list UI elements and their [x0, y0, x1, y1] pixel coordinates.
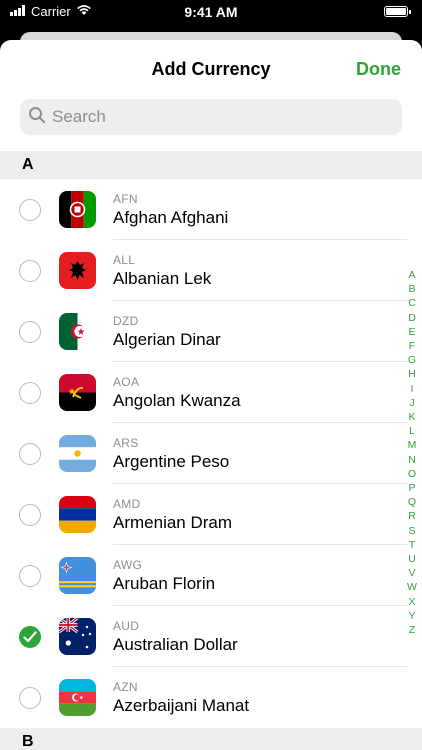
index-letter[interactable]: J [409, 396, 414, 410]
index-letter[interactable]: D [408, 311, 416, 325]
index-letter[interactable]: X [408, 595, 415, 609]
index-letter[interactable]: C [408, 296, 416, 310]
currency-name: Afghan Afghani [113, 208, 229, 227]
currency-row-azn[interactable]: AZN Azerbaijani Manat [0, 667, 422, 728]
selection-radio[interactable] [19, 565, 41, 587]
index-letter[interactable]: R [408, 509, 416, 523]
currency-row-aoa[interactable]: AOA Angolan Kwanza [0, 362, 422, 423]
index-letter[interactable]: S [408, 524, 415, 538]
currency-name: Azerbaijani Manat [113, 696, 250, 715]
index-letter[interactable]: L [409, 424, 415, 438]
algeria-flag-icon [59, 313, 96, 350]
index-letter[interactable]: E [408, 325, 415, 339]
currency-code: AFN [113, 192, 138, 206]
search-icon [28, 106, 46, 129]
angola-flag-icon [59, 374, 96, 411]
argentina-flag-icon [59, 435, 96, 472]
currency-code: ARS [113, 436, 139, 450]
currency-name: Australian Dollar [113, 635, 238, 654]
index-letter[interactable]: V [408, 566, 415, 580]
selection-radio[interactable] [19, 260, 41, 282]
index-letter[interactable]: G [408, 353, 416, 367]
currency-row-ars[interactable]: ARS Argentine Peso [0, 423, 422, 484]
currency-code: AMD [113, 497, 141, 511]
battery-icon [384, 6, 411, 17]
currency-name: Angolan Kwanza [113, 391, 241, 410]
currency-name: Aruban Florin [113, 574, 216, 593]
add-currency-sheet: Add Currency Done A AFN Afghan Afghani A… [0, 40, 422, 750]
index-letter[interactable]: U [408, 552, 416, 566]
currency-row-all[interactable]: ALL Albanian Lek [0, 240, 422, 301]
selection-radio[interactable] [19, 382, 41, 404]
currency-name: Argentine Peso [113, 452, 230, 471]
currency-row-awg[interactable]: AWG Aruban Florin [0, 545, 422, 606]
armenia-flag-icon [59, 496, 96, 533]
afghanistan-flag-icon [59, 191, 96, 228]
currency-code: AWG [113, 558, 143, 572]
currency-code: AZN [113, 680, 138, 694]
index-letter[interactable]: Q [408, 495, 416, 509]
index-letter[interactable]: P [408, 481, 415, 495]
currency-row-aud[interactable]: AUD Australian Dollar [0, 606, 422, 667]
currency-name: Armenian Dram [113, 513, 233, 532]
index-letter[interactable]: H [408, 367, 416, 381]
index-letter[interactable]: F [409, 339, 415, 353]
selection-radio[interactable] [19, 687, 41, 709]
index-letter[interactable]: Y [408, 609, 415, 623]
currency-name: Algerian Dinar [113, 330, 221, 349]
section-header-b: B [0, 728, 422, 750]
index-letter[interactable]: T [409, 538, 415, 552]
index-letter[interactable]: K [408, 410, 415, 424]
selection-radio[interactable] [19, 321, 41, 343]
index-letter[interactable]: O [408, 467, 416, 481]
currency-row-afn[interactable]: AFN Afghan Afghani [0, 179, 422, 240]
index-letter[interactable]: B [408, 282, 415, 296]
currency-row-dzd[interactable]: DZD Algerian Dinar [0, 301, 422, 362]
clock: 9:41 AM [184, 4, 238, 20]
currency-row-amd[interactable]: AMD Armenian Dram [0, 484, 422, 545]
selection-radio[interactable] [19, 504, 41, 526]
selection-radio[interactable] [19, 199, 41, 221]
index-letter[interactable]: M [408, 438, 417, 452]
australia-flag-icon [59, 618, 96, 655]
section-index[interactable]: ABCDEFGHIJKLMNOPQRSTUVWXYZ [405, 268, 419, 637]
done-button[interactable]: Done [356, 59, 401, 80]
selection-radio-checked[interactable] [19, 626, 41, 648]
index-letter[interactable]: Z [409, 623, 415, 637]
search-bar[interactable] [20, 99, 402, 135]
index-letter[interactable]: A [408, 268, 415, 282]
azerbaijan-flag-icon [59, 679, 96, 716]
navigation-bar: Add Currency Done [0, 40, 422, 98]
currency-code: DZD [113, 314, 139, 328]
index-letter[interactable]: I [411, 382, 414, 396]
currency-code: AOA [113, 375, 140, 389]
albania-flag-icon [59, 252, 96, 289]
search-input[interactable] [52, 107, 382, 127]
section-header-a: A [0, 151, 422, 179]
currency-code: AUD [113, 619, 140, 633]
currency-code: ALL [113, 253, 136, 267]
currency-name: Albanian Lek [113, 269, 212, 288]
index-letter[interactable]: N [408, 453, 416, 467]
status-bar: Carrier 9:41 AM [0, 0, 422, 24]
checkmark-icon [23, 631, 37, 643]
index-letter[interactable]: W [407, 580, 417, 594]
aruba-flag-icon [59, 557, 96, 594]
selection-radio[interactable] [19, 443, 41, 465]
